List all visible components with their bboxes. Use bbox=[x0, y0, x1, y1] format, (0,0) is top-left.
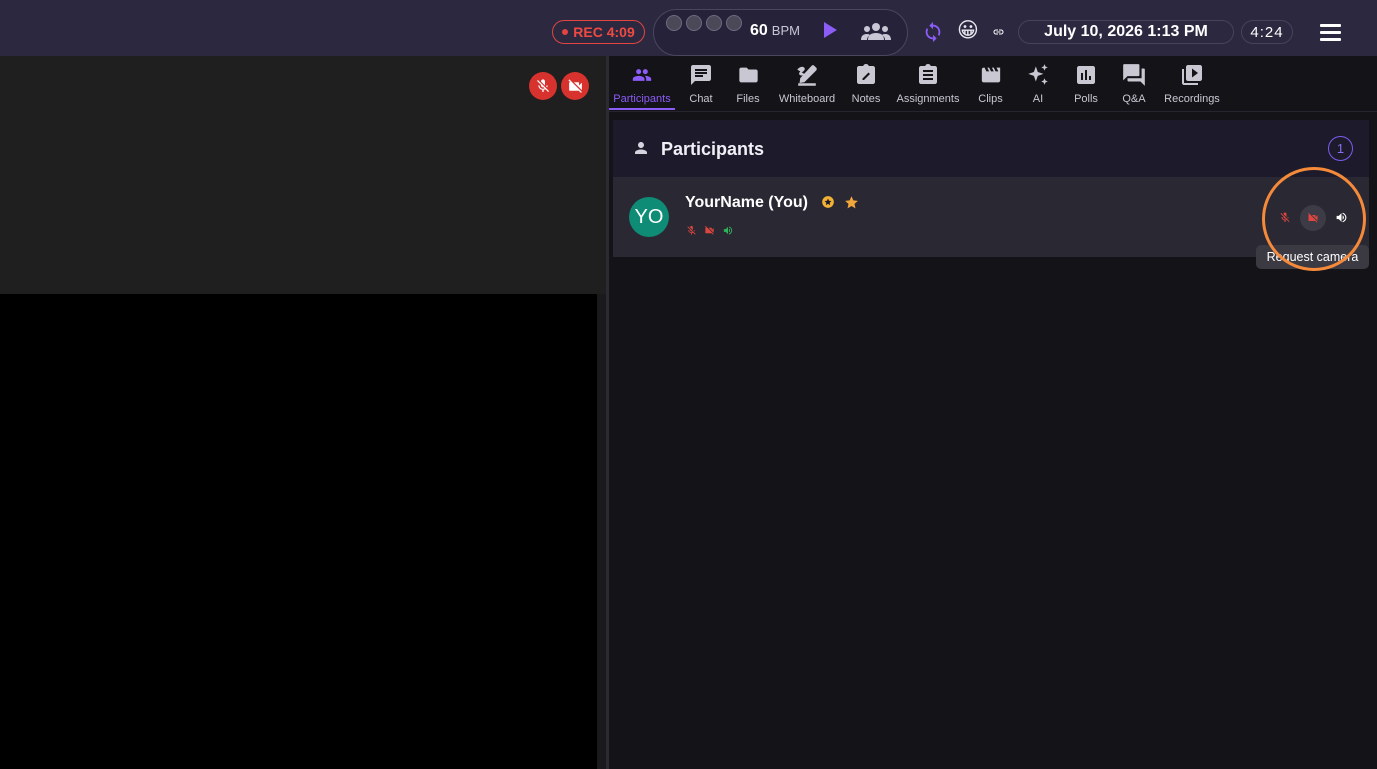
mic-off-status-icon bbox=[687, 225, 696, 235]
self-video-tile bbox=[0, 56, 606, 294]
participant-count-badge: 1 bbox=[1328, 136, 1353, 161]
tab-chat[interactable]: Chat bbox=[681, 56, 721, 112]
star-icon[interactable] bbox=[844, 195, 859, 210]
panel-tabs: Participants Chat Files Whiteboard Notes… bbox=[609, 56, 1377, 112]
videocam-off-icon bbox=[567, 78, 582, 93]
tab-notes[interactable]: Notes bbox=[849, 56, 883, 112]
mic-off-icon bbox=[537, 79, 550, 92]
tab-label: Assignments bbox=[896, 93, 960, 105]
tab-label: Files bbox=[736, 93, 760, 105]
mic-off-button[interactable] bbox=[529, 72, 557, 100]
beat-indicator bbox=[666, 15, 682, 31]
tab-label: Participants bbox=[613, 93, 671, 105]
date-time-display: July 10, 2026 1:13 PM bbox=[1018, 20, 1234, 44]
poll-icon bbox=[1077, 66, 1095, 84]
bpm-unit: BPM bbox=[771, 23, 800, 38]
tab-label: Clips bbox=[978, 93, 1003, 105]
tab-label: Q&A bbox=[1122, 93, 1146, 105]
bpm-display[interactable]: 60 BPM bbox=[750, 22, 800, 40]
volume-button[interactable] bbox=[1335, 211, 1348, 224]
link-icon[interactable] bbox=[992, 26, 1005, 38]
beat-indicator bbox=[686, 15, 702, 31]
person-icon bbox=[635, 142, 647, 154]
group-icon[interactable] bbox=[861, 22, 891, 42]
host-badge-icon bbox=[822, 196, 834, 208]
record-dot-icon bbox=[562, 29, 569, 35]
request-mic-button[interactable] bbox=[1279, 211, 1291, 224]
tab-clips[interactable]: Clips bbox=[973, 56, 1008, 112]
beat-indicator bbox=[726, 15, 742, 31]
people-icon bbox=[632, 69, 652, 81]
sync-icon[interactable] bbox=[922, 21, 944, 43]
tab-polls[interactable]: Polls bbox=[1071, 56, 1101, 112]
clipboard-icon bbox=[919, 64, 937, 84]
chat-icon bbox=[691, 65, 711, 85]
hamburger-menu-icon[interactable] bbox=[1320, 24, 1341, 41]
speaker-on-status-icon bbox=[723, 226, 733, 235]
tab-qa[interactable]: Q&A bbox=[1121, 56, 1147, 112]
forum-icon bbox=[1123, 64, 1145, 86]
tab-recordings[interactable]: Recordings bbox=[1161, 56, 1223, 112]
tab-files[interactable]: Files bbox=[730, 56, 766, 112]
note-edit-icon bbox=[857, 64, 875, 84]
avatar: YO bbox=[629, 197, 669, 237]
tab-ai[interactable]: AI bbox=[1023, 56, 1053, 112]
draw-icon bbox=[797, 65, 817, 86]
tab-label: Whiteboard bbox=[778, 93, 836, 105]
request-camera-button[interactable] bbox=[1300, 205, 1326, 231]
tab-whiteboard[interactable]: Whiteboard bbox=[775, 56, 839, 112]
tab-assignments[interactable]: Assignments bbox=[892, 56, 964, 112]
folder-icon bbox=[738, 67, 758, 83]
clapper-icon bbox=[981, 67, 1000, 83]
video-gutter bbox=[597, 294, 606, 769]
participant-name: YourName (You) bbox=[685, 194, 808, 211]
videocam-off-status-icon bbox=[704, 225, 714, 235]
session-timer: 4:24 bbox=[1241, 20, 1293, 44]
participant-row[interactable] bbox=[613, 177, 1369, 257]
recording-badge[interactable]: REC 4:09 bbox=[552, 20, 645, 44]
tab-label: Notes bbox=[851, 93, 881, 105]
bpm-value: 60 bbox=[750, 22, 768, 39]
tab-label: Chat bbox=[689, 93, 713, 105]
sparkle-icon bbox=[1028, 64, 1048, 85]
beat-indicator bbox=[706, 15, 722, 31]
emoji-reaction-icon[interactable]: 😀 bbox=[957, 18, 979, 44]
main-video-area bbox=[0, 294, 597, 769]
tab-label: AI bbox=[1032, 93, 1044, 105]
tab-label: Polls bbox=[1074, 93, 1098, 105]
play-icon[interactable] bbox=[824, 22, 837, 38]
video-library-icon bbox=[1182, 65, 1202, 85]
participants-title: Participants bbox=[661, 139, 765, 159]
videocam-off-icon bbox=[1308, 213, 1318, 223]
camera-off-button[interactable] bbox=[561, 72, 589, 100]
tab-participants[interactable]: Participants bbox=[609, 56, 675, 112]
tooltip: Request camera bbox=[1256, 245, 1369, 269]
tab-label: Recordings bbox=[1164, 93, 1220, 105]
recording-label: REC 4:09 bbox=[573, 24, 635, 40]
